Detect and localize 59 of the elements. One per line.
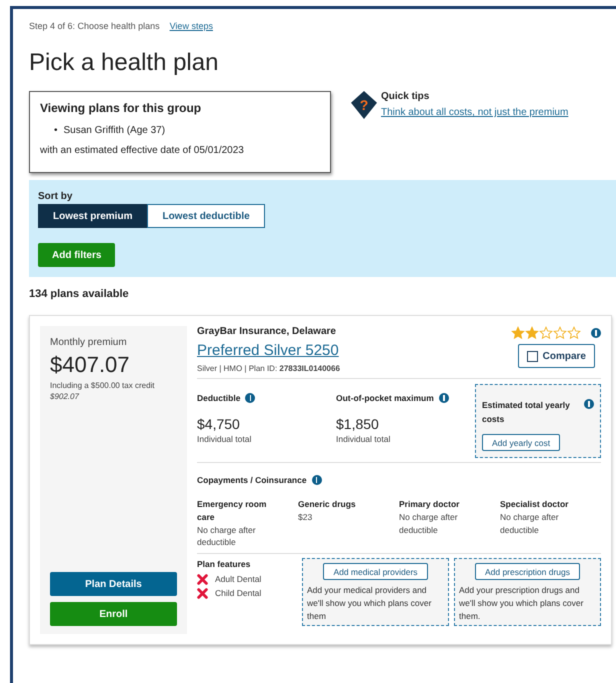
tax-credit-text: Including a $500.00 tax credit [50,381,156,390]
view-steps-link[interactable]: View steps [170,21,213,31]
cost-label: Deductible [197,393,240,403]
feature-label: Adult Dental [215,574,262,584]
add-button[interactable]: Add prescription drugs [474,563,580,580]
full-price: $902.07 [50,392,80,401]
info-icon[interactable] [245,393,256,403]
copay-label: Specialist doctor [500,498,570,511]
enroll-button[interactable]: Enroll [50,602,177,626]
add-filters-button[interactable]: Add filters [38,243,116,267]
tips-heading: Quick tips [381,91,430,102]
effective-date-text: with an estimated effective date of 05/01/2023 [40,145,245,156]
star-icon [567,326,581,340]
premium-label: Monthly premium [50,337,128,348]
yearly-cost-label: Estimated total yearly costs [482,399,571,426]
sort-label: Sort by [38,191,74,202]
copay-label: Generic drugs [298,498,357,511]
add-yearly-cost-button[interactable]: Add yearly cost [482,434,560,452]
sort-option[interactable]: Lowest premium [38,204,148,228]
add-panel-text: Add your prescription drugs and we'll show you which plans cover them. [459,584,584,622]
help-icon: ? [351,91,377,119]
feature-label: Child Dental [215,588,262,598]
copay-value: No charge after deductible [500,510,560,536]
add-panel-text: Add your medical providers and we'll show you which plans cover them [307,584,432,622]
copay-value: No charge after deductible [197,524,257,550]
copay-value: No charge after deductible [399,510,459,536]
cost-amount: $1,850 [336,416,380,432]
features-heading: Plan features [197,558,252,571]
plan-meta: Silver | HMO | Plan ID: 27833IL0140066 [197,364,340,373]
copay-label: Emergency room care [197,498,268,524]
cost-note: Individual total [197,434,252,444]
plan-count: 134 plans available [29,288,130,300]
plan-details-button[interactable]: Plan Details [50,572,177,596]
sort-option[interactable]: Lowest deductible [147,204,265,228]
compare-button[interactable]: Compare [518,344,595,368]
tips-link[interactable]: Think about all costs, not just the premium [381,107,568,118]
star-icon [539,326,553,340]
cost-label: Out-of-pocket maximum [336,393,434,403]
group-member: Susan Griffith (Age 37) [64,124,166,137]
copay-value: $23 [298,510,314,524]
insurer-name: GrayBar Insurance, Delaware [197,326,337,337]
plan-name-link[interactable]: Preferred Silver 5250 [197,342,339,359]
page-title: Pick a health plan [29,49,220,77]
star-icon [511,326,525,340]
copay-heading: Copayments / Coinsurance [197,475,307,486]
cost-amount: $4,750 [197,416,241,432]
star-icon [553,326,567,340]
info-icon[interactable] [591,328,601,338]
step-text: Step 4 of 6: Choose health plans [29,21,160,31]
copay-label: Primary doctor [399,498,460,511]
add-button[interactable]: Add medical providers [323,563,428,580]
premium-amount: $407.07 [50,352,131,378]
info-icon[interactable] [584,399,594,409]
group-heading: Viewing plans for this group [40,101,202,115]
info-icon[interactable] [438,393,449,403]
cost-note: Individual total [336,434,392,444]
info-icon[interactable] [312,475,322,486]
bullet: • [54,124,58,137]
star-icon [525,326,539,340]
